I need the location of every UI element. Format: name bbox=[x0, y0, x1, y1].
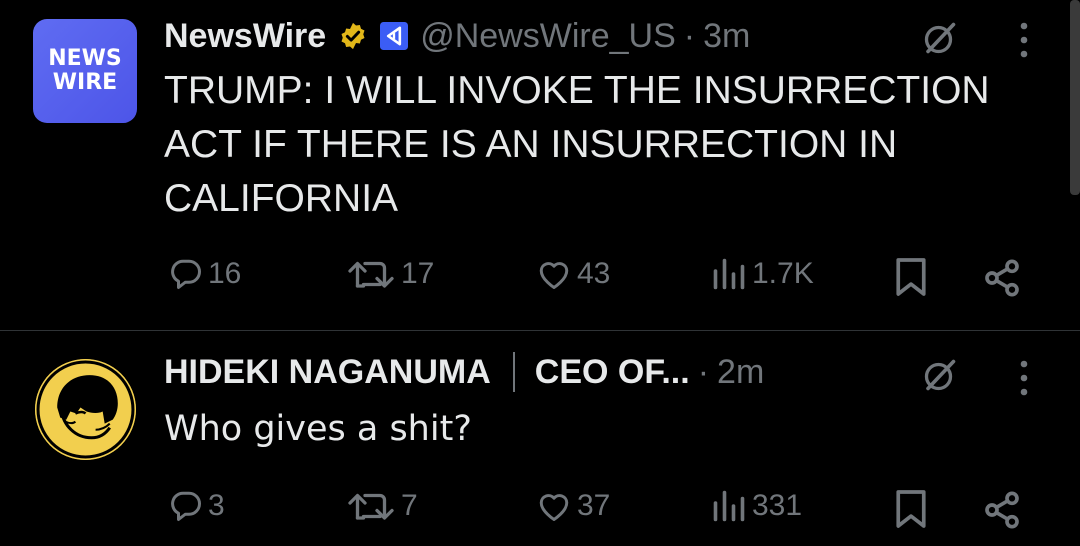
avatar-text-wire: WIRE bbox=[52, 70, 118, 95]
like-button[interactable]: 37 bbox=[535, 488, 610, 524]
like-button[interactable]: 43 bbox=[535, 256, 610, 292]
tweet-text: TRUMP: I WILL INVOKE THE INSURRECTION AC… bbox=[164, 69, 990, 220]
tweet-header: HIDEKI NAGANUMA CEO OF... · 2m bbox=[164, 352, 764, 392]
views-button[interactable]: 1.7K bbox=[710, 256, 814, 292]
bookmark-button[interactable] bbox=[894, 257, 928, 297]
more-icon[interactable] bbox=[1019, 358, 1029, 398]
views-count: 331 bbox=[752, 489, 803, 522]
tweet-newswire[interactable]: NEWS WIRE NewsWire @NewsWire_US · 3m TRU… bbox=[0, 0, 1080, 330]
affiliate-icon[interactable] bbox=[380, 22, 409, 50]
share-icon bbox=[985, 259, 1019, 297]
like-count: 37 bbox=[577, 489, 611, 522]
like-icon bbox=[539, 262, 569, 289]
repost-icon bbox=[348, 493, 394, 520]
bookmark-icon bbox=[896, 258, 926, 296]
views-button[interactable]: 331 bbox=[710, 488, 802, 524]
avatar-newswire[interactable]: NEWS WIRE bbox=[33, 19, 137, 123]
repost-button[interactable]: 17 bbox=[345, 256, 434, 292]
reply-count: 3 bbox=[208, 489, 225, 522]
avatar-portrait-icon bbox=[35, 359, 136, 460]
tweet-hideki[interactable]: HIDEKI NAGANUMA CEO OF... · 2m Who gives… bbox=[0, 331, 1080, 546]
affiliation-separator bbox=[512, 352, 515, 392]
author-name[interactable]: HIDEKI NAGANUMA bbox=[164, 353, 491, 392]
reply-button[interactable]: 16 bbox=[168, 256, 241, 292]
views-icon bbox=[713, 258, 745, 290]
timestamp[interactable]: 3m bbox=[703, 17, 750, 56]
reply-count: 16 bbox=[208, 257, 242, 290]
timestamp[interactable]: 2m bbox=[717, 353, 764, 392]
bookmark-button[interactable] bbox=[894, 489, 928, 529]
avatar-hideki[interactable] bbox=[35, 359, 136, 460]
grok-icon[interactable] bbox=[922, 357, 958, 393]
share-button[interactable] bbox=[982, 258, 1022, 298]
tweet-header: NewsWire @NewsWire_US · 3m bbox=[164, 14, 750, 58]
repost-icon bbox=[348, 261, 394, 288]
separator-dot: · bbox=[683, 16, 696, 55]
grok-icon[interactable] bbox=[922, 20, 958, 56]
reply-button[interactable]: 3 bbox=[168, 488, 225, 524]
bookmark-icon bbox=[896, 490, 926, 528]
author-name[interactable]: NewsWire bbox=[164, 17, 326, 56]
share-icon bbox=[985, 491, 1019, 529]
views-count: 1.7K bbox=[752, 257, 814, 290]
like-count: 43 bbox=[577, 257, 611, 290]
verified-badge-icon bbox=[341, 22, 365, 50]
tweet-text: Who gives a shit? bbox=[164, 409, 472, 449]
separator-dot: · bbox=[697, 352, 710, 391]
share-button[interactable] bbox=[982, 490, 1022, 530]
more-icon[interactable] bbox=[1019, 20, 1029, 60]
author-handle[interactable]: @NewsWire_US bbox=[420, 17, 676, 56]
author-affiliation[interactable]: CEO OF... bbox=[535, 353, 690, 392]
avatar-text-news: NEWS bbox=[48, 46, 122, 71]
reply-icon bbox=[171, 259, 201, 289]
repost-count: 17 bbox=[401, 257, 435, 290]
like-icon bbox=[539, 494, 569, 521]
reply-icon bbox=[171, 491, 201, 521]
views-icon bbox=[713, 490, 745, 522]
repost-button[interactable]: 7 bbox=[345, 488, 418, 524]
repost-count: 7 bbox=[401, 489, 418, 522]
